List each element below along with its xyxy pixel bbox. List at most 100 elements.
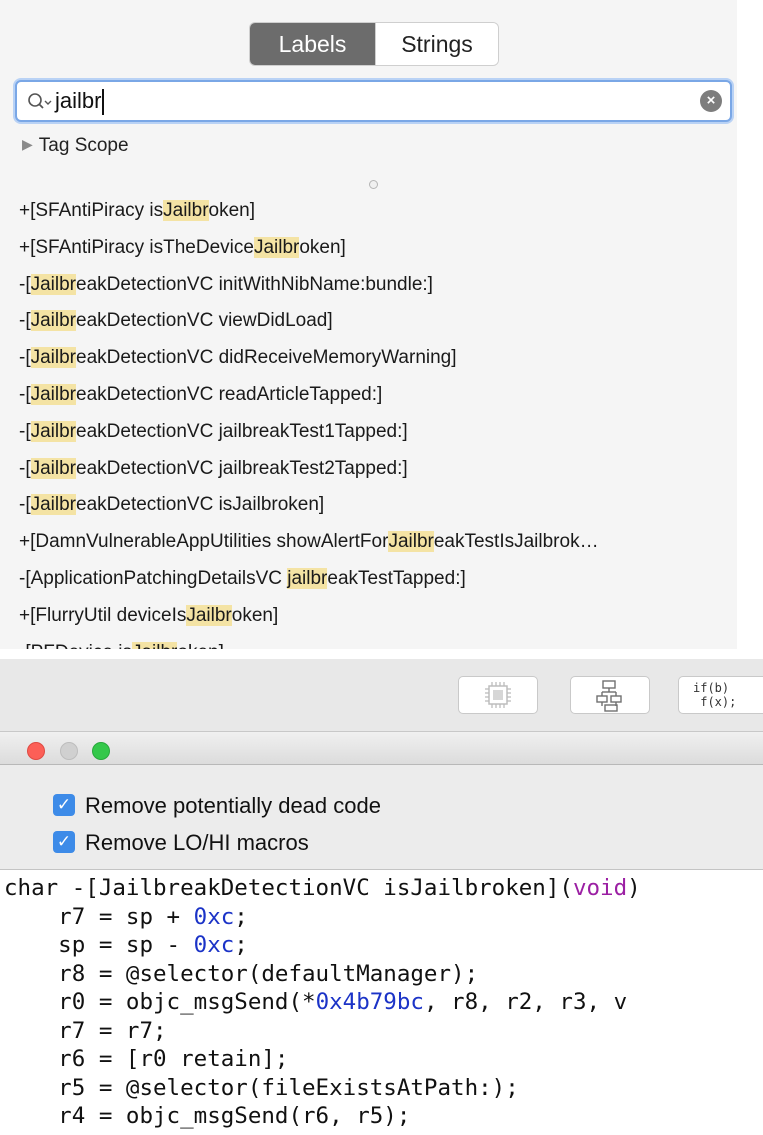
pseudocode-options: ✓ Remove potentially dead code ✓ Remove LO… — [0, 765, 763, 875]
result-text: -[ — [19, 383, 31, 405]
label-result-item[interactable]: -[JailbreakDetectionVC isJailbroken] — [19, 487, 599, 524]
result-text: eakTestTapped:] — [327, 567, 466, 589]
code-line[interactable]: r8 = @selector(defaultManager); — [4, 960, 763, 989]
label-result-item[interactable]: -[JailbreakDetectionVC viewDidLoad] — [19, 303, 599, 340]
code-text: ) — [627, 875, 641, 901]
remove-lohi-macros-label: Remove LO/HI macros — [85, 830, 309, 855]
code-line[interactable]: r5 = @selector(fileExistsAtPath:); — [4, 1074, 763, 1103]
result-text: -[ — [19, 420, 31, 442]
match-highlight: Jailbr — [30, 310, 77, 332]
search-icon[interactable] — [27, 91, 53, 113]
label-result-item[interactable]: -[PFDevice isJailbroken] — [19, 635, 599, 649]
match-highlight: jailbr — [287, 567, 328, 589]
result-text: eakDetectionVC viewDidLoad] — [76, 310, 333, 332]
label-results-list: +[SFAntiPiracy isJailbroken] +[SFAntiPira… — [19, 193, 599, 649]
match-highlight: Jailbr — [388, 531, 434, 553]
code-line[interactable]: r4 = objc_msgSend(r6, r5); — [4, 1102, 763, 1131]
result-text: +[DamnVulnerableAppUtilities showAlertFo… — [19, 531, 389, 553]
pseudocode-icon-line-2: f(x); — [693, 695, 737, 709]
clear-search-icon[interactable]: × — [700, 90, 722, 112]
label-result-item[interactable]: +[FlurryUtil deviceIsJailbroken] — [19, 598, 599, 635]
match-highlight: Jailbr — [30, 420, 77, 442]
code-line[interactable]: char -[JailbreakDetectionVC isJailbroken… — [4, 874, 763, 903]
tag-scope-label: Tag Scope — [38, 135, 129, 156]
code-text: r8 = @selector(defaultManager); — [4, 960, 479, 987]
code-number: 0xc — [193, 903, 235, 930]
labels-search-panel: Labels Strings jailbr × ▶ Tag Scope +[SFA… — [0, 0, 737, 649]
code-line[interactable]: sp = sp - 0xc; — [4, 931, 763, 960]
result-text: -[ — [19, 273, 31, 295]
remove-dead-code-option[interactable]: ✓ Remove potentially dead code — [53, 792, 381, 820]
match-highlight: Jailbr — [30, 494, 77, 516]
code-text: char -[JailbreakDetectionVC isJailbroken… — [4, 875, 573, 901]
scroll-indicator[interactable] — [369, 180, 378, 189]
match-highlight: Jailbr — [186, 604, 232, 626]
match-highlight: Jailbr — [253, 236, 300, 258]
search-input[interactable]: jailbr — [55, 82, 101, 120]
result-text: eakDetectionVC isJailbroken] — [76, 494, 325, 516]
code-line[interactable]: r6 = [r0 retain]; — [4, 1045, 763, 1074]
code-text: r0 = objc_msgSend(* — [4, 989, 316, 1015]
code-line[interactable]: r7 = sp + 0xc; — [4, 903, 763, 932]
match-highlight: Jailbr — [30, 347, 77, 369]
cfg-mode-button[interactable] — [570, 676, 650, 714]
result-text: eakDetectionVC initWithNibName:bundle:] — [76, 273, 433, 295]
result-text: eakDetectionVC jailbreakTest1Tapped:] — [76, 420, 408, 442]
result-text: +[SFAntiPiracy isTheDevice — [19, 236, 254, 258]
label-result-item[interactable]: -[JailbreakDetectionVC initWithNibName:b… — [19, 267, 599, 304]
match-highlight: Jailbr — [30, 383, 77, 405]
code-text: r5 = @selector(fileExistsAtPath:); — [4, 1074, 519, 1101]
disclosure-triangle-icon[interactable]: ▶ — [22, 136, 33, 152]
result-text: oken] — [299, 236, 346, 258]
label-result-item[interactable]: -[JailbreakDetectionVC readArticleTapped… — [19, 377, 599, 414]
search-field[interactable]: jailbr × — [15, 80, 732, 122]
label-result-item[interactable]: -[JailbreakDetectionVC jailbreakTest2Tap… — [19, 451, 599, 488]
toolbar: if(b) f(x); — [0, 659, 763, 731]
chip-icon — [485, 682, 511, 708]
code-line[interactable]: r7 = r7; — [4, 1017, 763, 1046]
result-text: -[ — [19, 310, 31, 332]
label-result-item[interactable]: +[DamnVulnerableAppUtilities showAlertFo… — [19, 524, 599, 561]
close-window-button[interactable] — [27, 742, 45, 760]
code-text: , r8, r2, r3, v — [423, 989, 628, 1015]
text-caret — [102, 89, 104, 115]
flowchart-icon — [596, 680, 622, 712]
code-text: r6 = [r0 retain]; — [4, 1046, 289, 1072]
checkbox-checked-icon[interactable]: ✓ — [53, 794, 75, 817]
pseudocode-mode-button[interactable]: if(b) f(x); — [678, 676, 763, 714]
match-highlight: Jailbr — [30, 457, 77, 479]
tab-strings[interactable]: Strings — [375, 23, 498, 65]
code-line[interactable]: r0 = objc_msgSend(*0x4b79bc, r8, r2, r3,… — [4, 988, 763, 1017]
result-text: -[ApplicationPatchingDetailsVC — [19, 567, 288, 589]
remove-dead-code-label: Remove potentially dead code — [85, 793, 381, 818]
code-text: r4 = objc_msgSend(r6, r5); — [4, 1103, 411, 1129]
label-result-item[interactable]: -[JailbreakDetectionVC didReceiveMemoryW… — [19, 340, 599, 377]
pseudocode-view[interactable]: char -[JailbreakDetectionVC isJailbroken… — [0, 869, 763, 1135]
zoom-window-button[interactable] — [92, 742, 110, 760]
panel-separator — [0, 649, 763, 659]
result-text: -[PFDevice is — [19, 642, 132, 649]
result-text: -[ — [19, 494, 31, 516]
label-result-item[interactable]: -[JailbreakDetectionVC jailbreakTest1Tap… — [19, 414, 599, 451]
tab-labels[interactable]: Labels — [250, 23, 375, 65]
match-highlight: Jailbr — [131, 641, 178, 649]
match-highlight: Jailbr — [163, 200, 209, 221]
match-highlight: Jailbr — [30, 273, 77, 295]
code-text: ; — [234, 932, 248, 958]
remove-lohi-macros-option[interactable]: ✓ Remove LO/HI macros — [53, 829, 309, 857]
pseudocode-text[interactable]: char -[JailbreakDetectionVC isJailbroken… — [0, 870, 763, 1131]
code-number: 0x4b79bc — [315, 989, 424, 1015]
code-text: r7 = r7; — [4, 1017, 167, 1044]
assembly-mode-button[interactable] — [458, 676, 538, 714]
checkbox-checked-icon[interactable]: ✓ — [53, 831, 75, 854]
tag-scope-disclosure[interactable]: ▶ Tag Scope — [22, 135, 129, 157]
code-text: r7 = sp + — [4, 903, 194, 930]
label-result-item[interactable]: -[ApplicationPatchingDetailsVC jailbreak… — [19, 561, 599, 598]
label-result-item[interactable]: +[SFAntiPiracy isJailbroken] — [19, 193, 599, 230]
label-result-item[interactable]: +[SFAntiPiracy isTheDeviceJailbroken] — [19, 230, 599, 267]
result-text: -[ — [19, 347, 31, 369]
result-text: eakDetectionVC readArticleTapped:] — [76, 383, 383, 405]
result-text: +[SFAntiPiracy is — [19, 200, 164, 221]
pseudocode-window: if(b) f(x); ✓ Remove potentially dead cod… — [0, 659, 763, 1135]
minimize-window-button[interactable] — [60, 742, 78, 760]
